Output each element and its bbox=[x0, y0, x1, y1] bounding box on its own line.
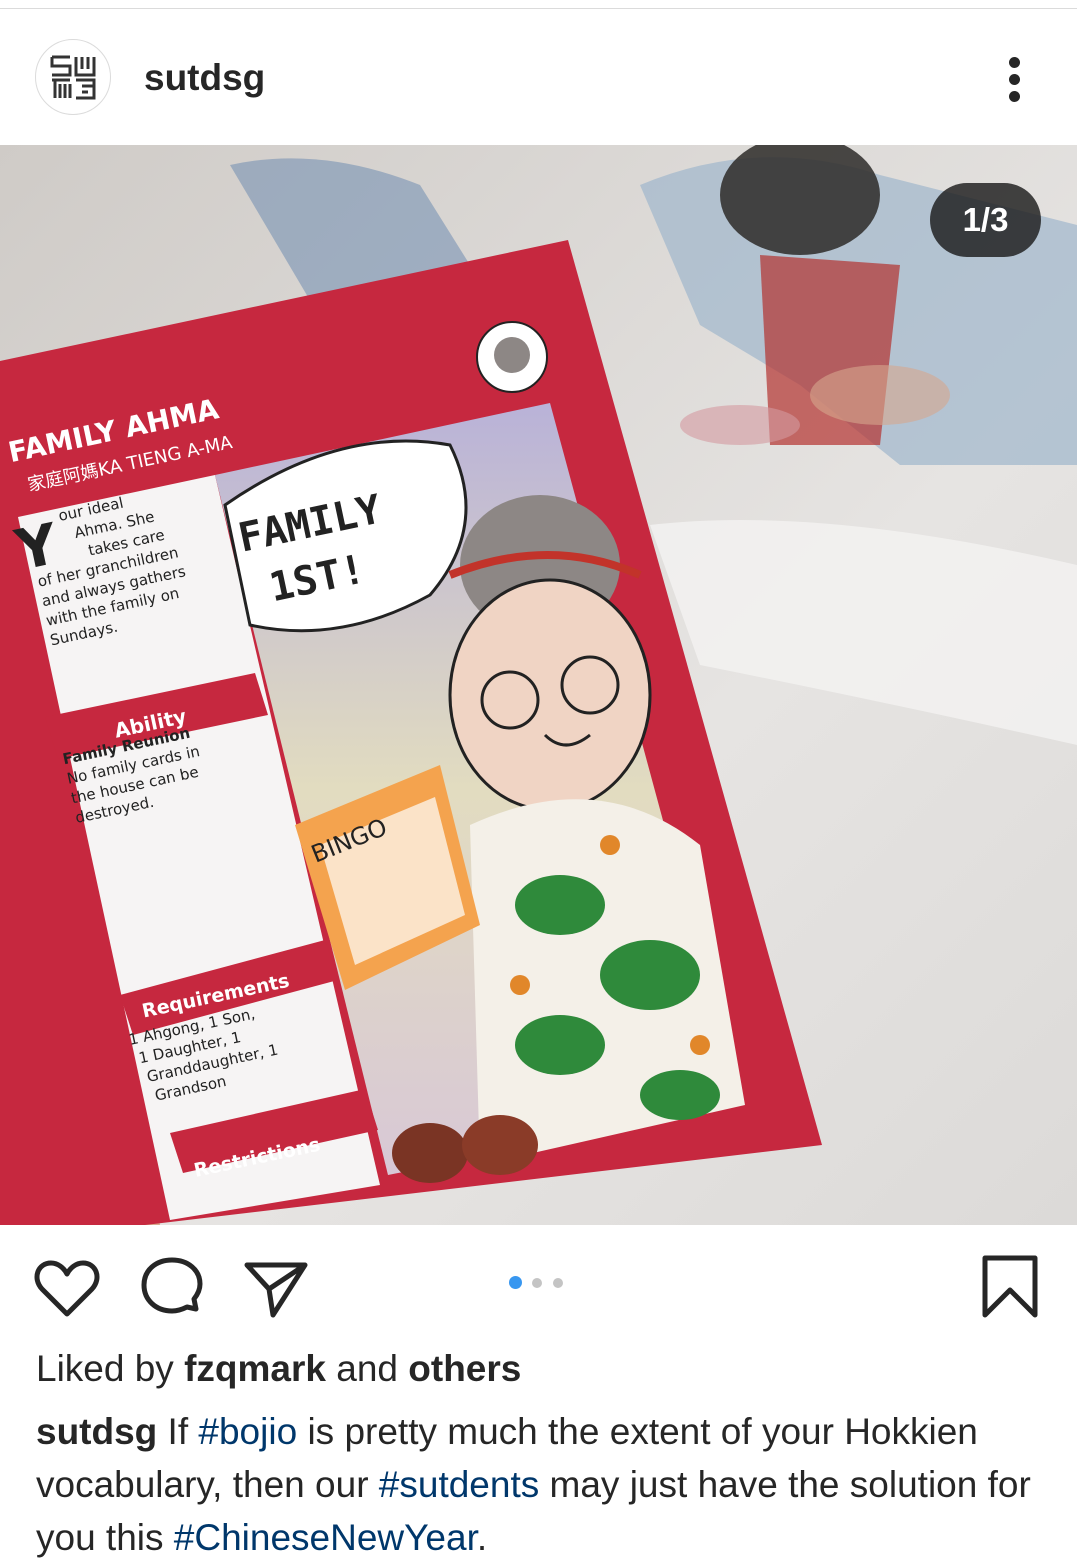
sutd-logo-icon bbox=[50, 55, 96, 100]
post-caption: sutdsg If #bojio is pretty much the exte… bbox=[36, 1405, 1056, 1564]
post-photo[interactable]: FAMILY AHMA 家庭阿媽KA TIENG A-MA Y our idea… bbox=[0, 145, 1077, 1225]
heart-icon[interactable] bbox=[34, 1259, 100, 1319]
more-dot bbox=[1009, 74, 1020, 85]
post-username[interactable]: sutdsg bbox=[144, 57, 265, 99]
carousel-dot bbox=[553, 1278, 563, 1288]
comment-icon[interactable] bbox=[140, 1257, 204, 1321]
liked-by-user[interactable]: fzqmark bbox=[184, 1348, 326, 1389]
slide-counter-badge: 1/3 bbox=[930, 183, 1041, 257]
likes-summary[interactable]: Liked by fzqmark and others bbox=[36, 1348, 521, 1390]
likes-others[interactable]: others bbox=[408, 1348, 521, 1389]
hashtag-link[interactable]: #bojio bbox=[198, 1411, 297, 1452]
avatar[interactable] bbox=[35, 39, 111, 115]
more-options-icon bbox=[1009, 57, 1020, 68]
caption-text: If bbox=[157, 1411, 199, 1452]
bookmark-icon[interactable] bbox=[980, 1255, 1040, 1319]
post-header: sutdsg bbox=[0, 9, 1077, 145]
hashtag-link[interactable]: #sutdents bbox=[379, 1464, 539, 1505]
more-dot bbox=[1009, 91, 1020, 102]
action-bar bbox=[0, 1225, 1077, 1345]
carousel-indicator bbox=[509, 1276, 569, 1290]
carousel-dot bbox=[532, 1278, 542, 1288]
likes-prefix: Liked by bbox=[36, 1348, 185, 1389]
likes-middle: and bbox=[325, 1348, 409, 1389]
share-icon[interactable] bbox=[243, 1259, 309, 1319]
photo-illustration: FAMILY AHMA 家庭阿媽KA TIENG A-MA Y our idea… bbox=[0, 145, 1077, 1225]
hashtag-link[interactable]: #ChineseNewYear bbox=[174, 1517, 477, 1558]
caption-text: . bbox=[476, 1517, 488, 1558]
carousel-dot-active bbox=[509, 1276, 522, 1289]
more-options-button[interactable] bbox=[990, 51, 1040, 107]
caption-username[interactable]: sutdsg bbox=[36, 1411, 157, 1452]
